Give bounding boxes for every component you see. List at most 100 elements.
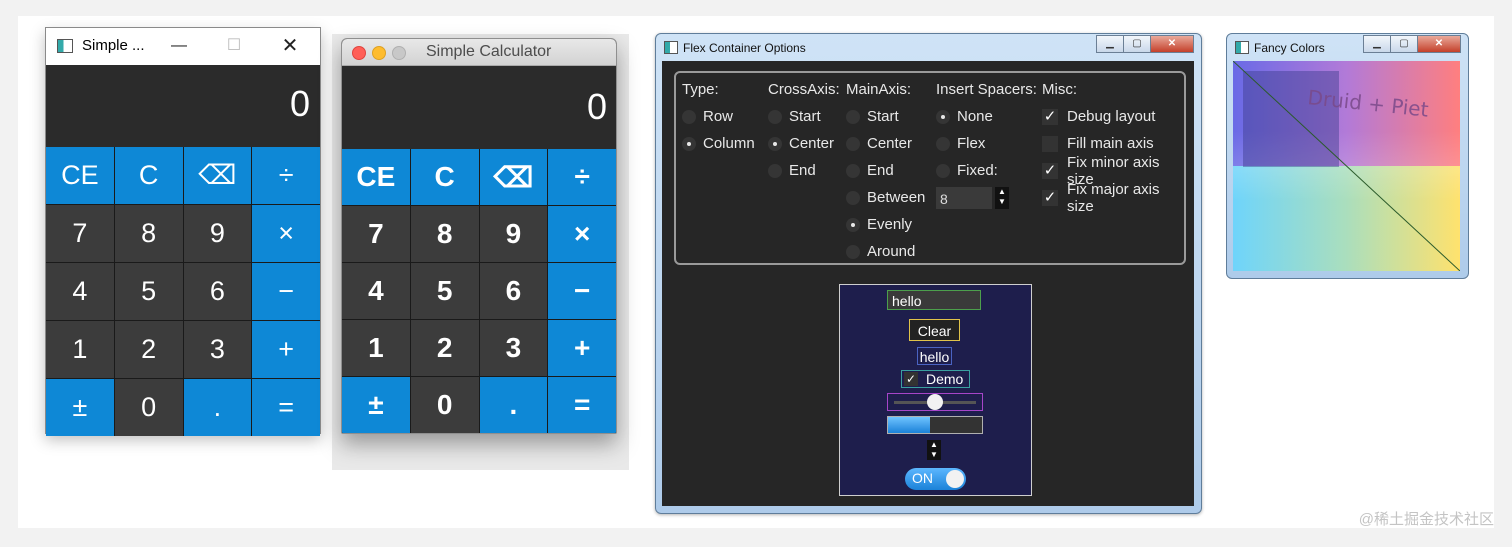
calc-key[interactable]: . — [183, 379, 252, 436]
demo-switch[interactable]: ON — [905, 468, 966, 490]
calc-key[interactable]: ± — [46, 379, 114, 436]
slider-knob[interactable] — [927, 394, 943, 410]
calc-key[interactable]: 9 — [183, 205, 252, 262]
radio-button-icon[interactable] — [682, 136, 696, 151]
calc-key[interactable]: = — [252, 379, 320, 436]
calculator-window-win10: Simple ... — ☐ ✕ 0 CE C ⌫ ÷ 7 8 9 × 4 5 6− 1 2 3 + ±0. = — [45, 27, 321, 436]
radio-button-icon[interactable] — [768, 136, 782, 151]
type-option[interactable]: Row — [682, 103, 755, 130]
calc-key[interactable]: 6 — [183, 263, 252, 320]
calc-key[interactable]: + — [252, 321, 320, 378]
minimize-button[interactable]: ▁ — [1096, 35, 1124, 53]
calc-key[interactable]: 4 — [342, 263, 410, 319]
calc-key[interactable]: − — [548, 263, 616, 319]
calc-key[interactable]: 7 — [342, 206, 410, 262]
calc-key[interactable]: ÷ — [252, 147, 320, 204]
fixed-spacer-input[interactable]: 8 — [936, 186, 992, 209]
calc-key[interactable]: 3 — [479, 320, 548, 376]
calc-key[interactable]: 3 — [183, 321, 252, 378]
close-button[interactable]: ✕ — [267, 32, 313, 60]
main-option[interactable]: Around — [846, 238, 925, 265]
calc-key[interactable]: 0 — [114, 379, 183, 436]
spacers-option[interactable]: None — [936, 103, 1037, 130]
cross-option[interactable]: Center — [768, 130, 840, 157]
calc-key[interactable]: 2 — [410, 320, 479, 376]
calc-key[interactable]: × — [548, 206, 616, 262]
checkbox-icon[interactable]: ✓ — [1042, 189, 1058, 206]
misc-option[interactable]: ✓ Fix major axis size — [1042, 181, 1184, 215]
calc-key[interactable]: . — [479, 377, 548, 433]
calc-key[interactable]: ± — [342, 377, 410, 433]
cross-option[interactable]: Start — [768, 103, 840, 130]
main-option[interactable]: End — [846, 157, 925, 184]
demo-checkbox[interactable]: ✓ Demo — [901, 370, 970, 388]
calc-key[interactable]: CE — [46, 147, 114, 204]
demo-textbox[interactable]: hello — [887, 290, 981, 310]
calc-key[interactable]: 6 — [479, 263, 548, 319]
main-option-label: Evenly — [867, 216, 913, 233]
calc-key[interactable]: 5 — [114, 263, 183, 320]
close-button[interactable] — [352, 46, 366, 60]
minimize-button[interactable]: — — [156, 32, 202, 60]
radio-button-icon[interactable] — [768, 109, 782, 124]
zoom-button[interactable] — [392, 46, 406, 60]
calc-key[interactable]: 7 — [46, 205, 114, 262]
cross-option[interactable]: End — [768, 157, 840, 184]
radio-button-icon[interactable] — [768, 163, 782, 178]
calc-key[interactable]: CE — [342, 149, 410, 205]
spacers-option[interactable]: Fixed: — [936, 157, 1037, 184]
checkbox-icon[interactable]: ✓ — [1042, 162, 1058, 179]
radio-button-icon[interactable] — [846, 217, 860, 232]
calc-key[interactable]: 9 — [479, 206, 548, 262]
calc-key[interactable]: C — [410, 149, 479, 205]
radio-button-icon[interactable] — [936, 136, 950, 151]
calc-key[interactable]: ⌫ — [183, 147, 252, 204]
radio-button-icon[interactable] — [936, 109, 950, 124]
calc-key[interactable]: 0 — [410, 377, 479, 433]
calc-key[interactable]: ÷ — [548, 149, 616, 205]
calc-key[interactable]: 8 — [410, 206, 479, 262]
main-option[interactable]: Evenly — [846, 211, 925, 238]
calc-key[interactable]: C — [114, 147, 183, 204]
calc-key[interactable]: 8 — [114, 205, 183, 262]
radio-button-icon[interactable] — [846, 244, 860, 259]
radio-button-icon[interactable] — [846, 163, 860, 178]
calc-key[interactable]: 5 — [410, 263, 479, 319]
spinner-arrows-icon[interactable]: ▲ ▼ — [995, 186, 1009, 209]
radio-button-icon[interactable] — [682, 109, 696, 124]
main-option-label: Between — [867, 189, 926, 206]
misc-option[interactable]: ✓ Debug layout — [1042, 103, 1184, 130]
close-button[interactable]: ✕ — [1417, 35, 1461, 53]
calc-key[interactable]: 2 — [114, 321, 183, 378]
main-option[interactable]: Start — [846, 103, 925, 130]
calc-key[interactable]: 1 — [342, 320, 410, 376]
radio-button-icon[interactable] — [936, 163, 950, 178]
checkbox-icon[interactable]: ✓ — [1042, 108, 1058, 125]
radio-button-icon[interactable] — [846, 136, 860, 151]
maximize-button[interactable]: ☐ — [211, 32, 257, 60]
calc-key[interactable]: 4 — [46, 263, 114, 320]
clear-button[interactable]: Clear — [909, 319, 960, 341]
calc-key[interactable]: 1 — [46, 321, 114, 378]
calc-key[interactable]: ⌫ — [479, 149, 548, 205]
type-option[interactable]: Column — [682, 130, 755, 157]
misc-options: Misc: ✓ Debug layout Fill main axis ✓ Fix min… — [1042, 76, 1184, 215]
demo-slider[interactable] — [887, 393, 983, 411]
calc-key[interactable]: + — [548, 320, 616, 376]
window-title: Simple Calculator — [426, 43, 552, 60]
maximize-button[interactable]: ▢ — [1390, 35, 1418, 53]
calc-key[interactable]: × — [252, 205, 320, 262]
spacers-option[interactable]: Flex — [936, 130, 1037, 157]
main-option[interactable]: Center — [846, 130, 925, 157]
minimize-button[interactable]: ▁ — [1363, 35, 1391, 53]
main-option[interactable]: Between — [846, 184, 925, 211]
demo-stepper[interactable]: ▲ ▼ — [927, 440, 941, 460]
close-button[interactable]: ✕ — [1150, 35, 1194, 53]
radio-button-icon[interactable] — [846, 190, 860, 205]
radio-button-icon[interactable] — [846, 109, 860, 124]
calc-key[interactable]: = — [548, 377, 616, 433]
checkbox-icon[interactable] — [1042, 135, 1058, 152]
minimize-button[interactable] — [372, 46, 386, 60]
calc-key[interactable]: − — [252, 263, 320, 320]
maximize-button[interactable]: ▢ — [1123, 35, 1151, 53]
